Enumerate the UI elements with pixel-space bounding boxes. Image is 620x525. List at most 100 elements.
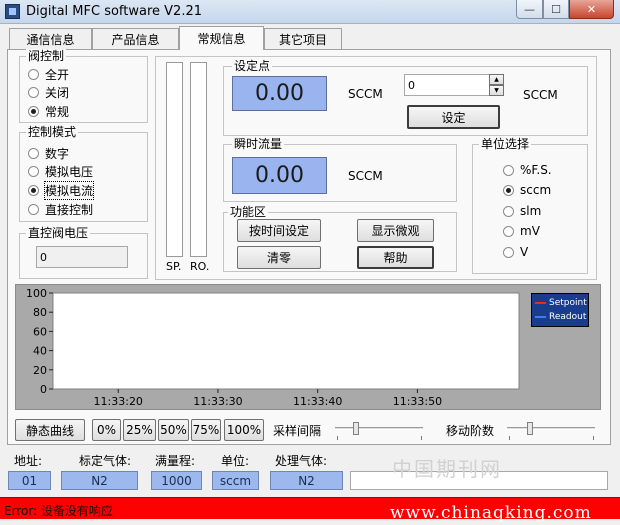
- tab-product[interactable]: 产品信息: [92, 28, 179, 49]
- watermark-text: 中国期刊网: [392, 457, 502, 481]
- window-title: Digital MFC software V2.21: [26, 4, 202, 19]
- instant-flow-title: 瞬时流量: [232, 137, 285, 151]
- valve-radio-close[interactable]: 关闭: [28, 84, 69, 100]
- minimize-button[interactable]: —: [516, 0, 543, 19]
- setpoint-display: 0.00: [232, 76, 327, 111]
- unit-radio-mv[interactable]: mV: [503, 223, 540, 239]
- process-gas-field: N2: [270, 471, 343, 490]
- radio-icon: [503, 205, 514, 217]
- radio-icon: [28, 86, 39, 98]
- setpoint-input-unit: SCCM: [523, 88, 558, 102]
- ro-bar: [190, 62, 207, 257]
- plot-area: [52, 292, 520, 390]
- chart-legend: Setpoint Readout: [531, 293, 589, 327]
- show-micro-button[interactable]: 显示微观: [357, 219, 434, 242]
- instant-flow-display: 0.00: [232, 157, 327, 194]
- help-button[interactable]: 帮助: [357, 246, 434, 269]
- unit-select-title: 单位选择: [479, 137, 532, 151]
- status-text: Error: 设备没有响应: [4, 504, 113, 518]
- sp-bar: [166, 62, 183, 257]
- slider-tick: [337, 436, 338, 440]
- calib-gas-label: 标定气体:: [79, 454, 132, 468]
- moving-order-label: 移动阶数: [446, 424, 495, 438]
- mode-radio-analog-current[interactable]: 模拟电流: [28, 180, 95, 200]
- setpoint-display-unit: SCCM: [348, 87, 383, 101]
- unit-radio-v[interactable]: V: [503, 244, 528, 260]
- percent-50-button[interactable]: 50%: [158, 419, 189, 441]
- trend-chart-svg: 100 80 60 40 20 0 11:33:20 11:33:30 11:33:40 11:3…: [26, 287, 520, 408]
- percent-100-button[interactable]: 100%: [224, 419, 264, 441]
- setpoint-title: 设定点: [232, 59, 273, 73]
- full-scale-field: 1000: [151, 471, 202, 490]
- set-button[interactable]: 设定: [407, 105, 500, 129]
- slider-tick: [421, 436, 422, 440]
- y-tick-label: 100: [26, 287, 47, 300]
- percent-25-button[interactable]: 25%: [123, 419, 156, 441]
- percent-75-button[interactable]: 75%: [191, 419, 221, 441]
- unit-label: 单位:: [221, 454, 250, 468]
- x-tick-label: 11:33:50: [393, 395, 442, 408]
- valve-radio-open[interactable]: 全开: [28, 66, 69, 82]
- setpoint-down-button[interactable]: ▼: [489, 85, 504, 96]
- sample-interval-slider-thumb[interactable]: [353, 422, 359, 435]
- full-scale-label: 满量程:: [155, 454, 196, 468]
- tab-other[interactable]: 其它项目: [264, 28, 342, 49]
- x-tick-label: 11:33:20: [94, 395, 143, 408]
- calib-gas-field: N2: [61, 471, 138, 490]
- maximize-button[interactable]: ☐: [543, 0, 569, 19]
- radio-icon: [28, 68, 39, 80]
- sample-interval-slider[interactable]: [335, 427, 423, 430]
- trend-chart: 100 80 60 40 20 0 11:33:20 11:33:30 11:33:40 11:3…: [15, 284, 601, 410]
- setpoint-input[interactable]: 0: [404, 74, 490, 96]
- radio-icon: [28, 203, 39, 215]
- slider-tick: [593, 436, 594, 440]
- y-tick-label: 40: [33, 345, 47, 358]
- moving-order-slider-thumb[interactable]: [527, 422, 533, 435]
- mode-radio-analog-voltage[interactable]: 模拟电压: [28, 163, 93, 179]
- radio-icon: [503, 246, 514, 258]
- legend-setpoint: Setpoint: [535, 298, 587, 308]
- mode-radio-digital[interactable]: 数字: [28, 145, 69, 161]
- radio-icon: [28, 147, 39, 159]
- y-tick-label: 80: [33, 306, 47, 319]
- x-tick-label: 11:33:40: [293, 395, 342, 408]
- static-curve-button[interactable]: 静态曲线: [15, 419, 85, 441]
- radio-icon: [503, 225, 514, 237]
- zero-button[interactable]: 清零: [237, 246, 321, 269]
- valve-control-title: 阀控制: [26, 49, 67, 63]
- setpoint-up-button[interactable]: ▲: [489, 74, 504, 85]
- y-tick-label: 60: [33, 325, 47, 338]
- slider-tick: [509, 436, 510, 440]
- ro-label: RO.: [190, 260, 210, 273]
- app-icon: [5, 4, 20, 19]
- unit-radio-slm[interactable]: slm: [503, 203, 541, 219]
- tab-general[interactable]: 常规信息: [179, 26, 264, 50]
- unit-radio-sccm[interactable]: sccm: [503, 182, 551, 198]
- sp-label: SP.: [166, 260, 182, 273]
- tab-communication[interactable]: 通信信息: [9, 28, 92, 49]
- direct-valve-voltage-field[interactable]: 0: [36, 246, 128, 268]
- mode-radio-direct[interactable]: 直接控制: [28, 201, 93, 217]
- instant-flow-unit: SCCM: [348, 169, 383, 183]
- close-button[interactable]: ✕: [569, 0, 614, 19]
- moving-order-slider[interactable]: [507, 427, 595, 430]
- address-field: 01: [8, 471, 51, 490]
- unit-radio-fs[interactable]: %F.S.: [503, 162, 552, 178]
- legend-readout: Readout: [535, 312, 586, 322]
- radio-selected-icon: [28, 184, 39, 196]
- radio-selected-icon: [28, 105, 39, 117]
- legend-readout-swatch: [535, 316, 546, 318]
- function-area-title: 功能区: [228, 205, 269, 219]
- valve-radio-normal[interactable]: 常规: [28, 103, 69, 119]
- y-tick-label: 20: [33, 364, 47, 377]
- y-tick-label: 0: [40, 383, 47, 396]
- unit-field: sccm: [212, 471, 259, 490]
- process-gas-label: 处理气体:: [275, 454, 328, 468]
- percent-0-button[interactable]: 0%: [92, 419, 121, 441]
- timed-set-button[interactable]: 按时间设定: [237, 219, 321, 242]
- legend-setpoint-swatch: [535, 302, 546, 304]
- radio-selected-icon: [503, 184, 514, 196]
- control-mode-title: 控制模式: [26, 125, 79, 139]
- address-label: 地址:: [14, 454, 43, 468]
- direct-valve-voltage-title: 直控阀电压: [26, 226, 91, 240]
